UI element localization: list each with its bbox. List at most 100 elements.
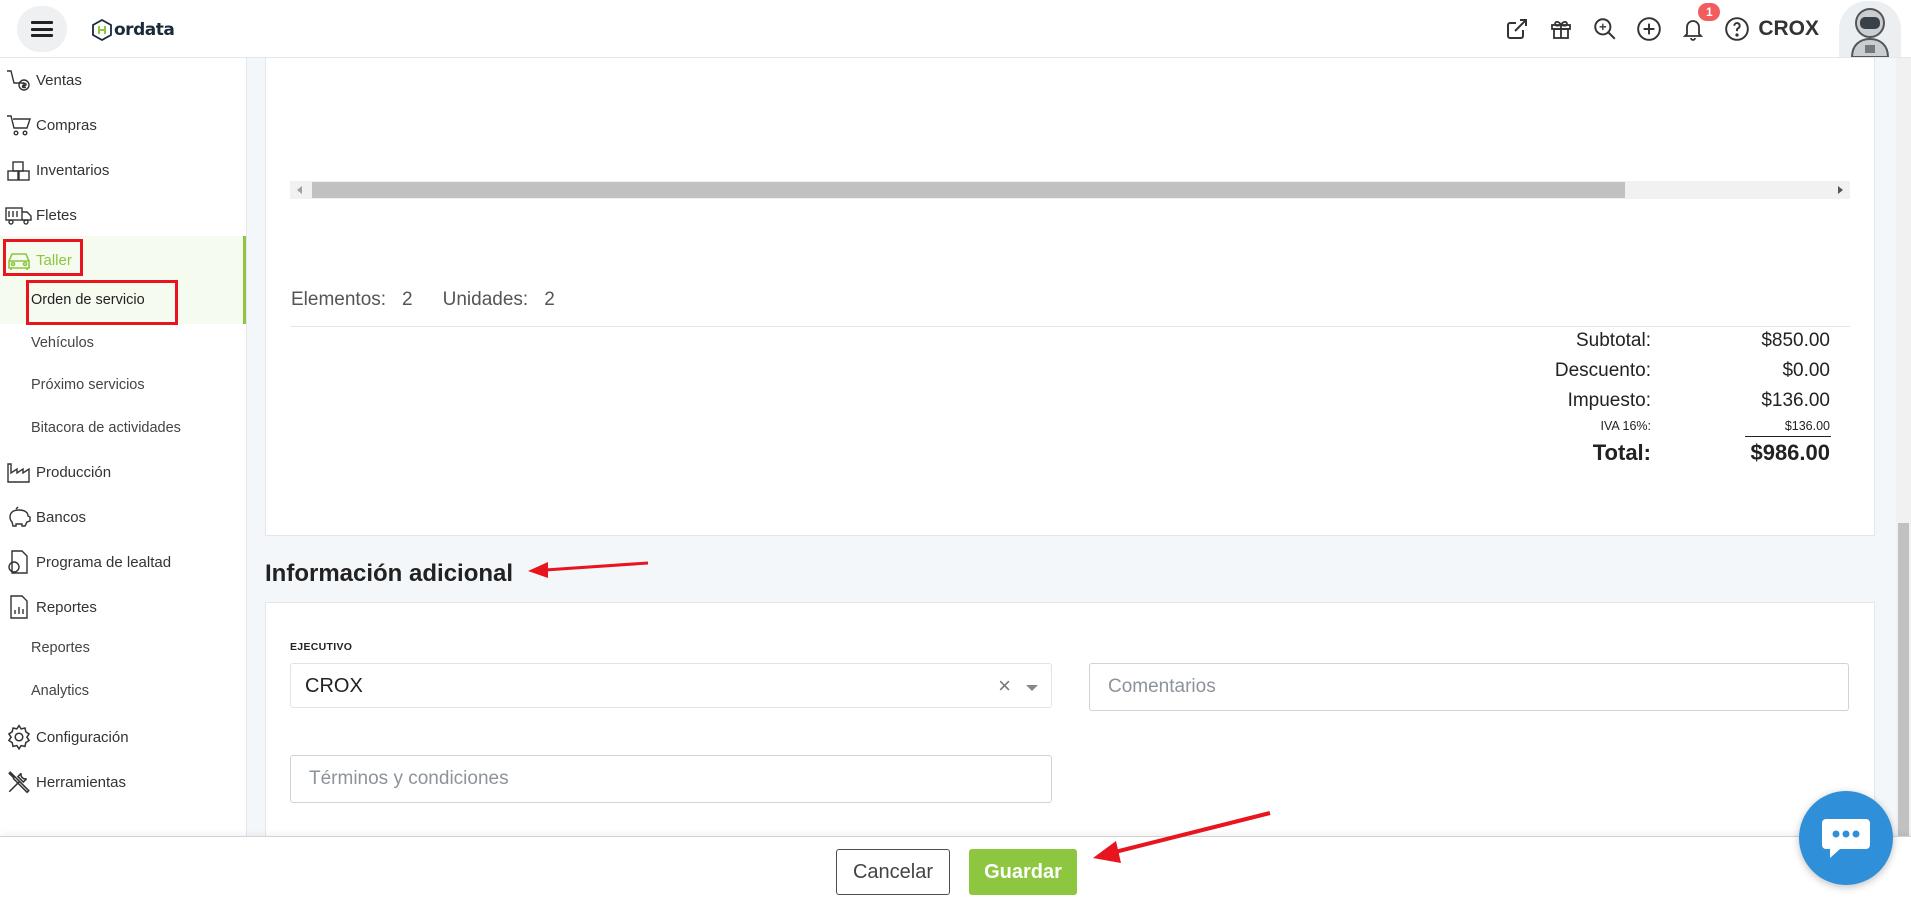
unidades-value: 2 [544, 289, 555, 310]
cancel-button[interactable]: Cancelar [836, 849, 950, 895]
descuento-value: $0.00 [1782, 360, 1830, 381]
sidebar-item-reportes[interactable]: Reportes [0, 585, 246, 629]
vertical-scrollbar-thumb[interactable] [1898, 523, 1909, 836]
help-icon [1725, 17, 1750, 41]
iva-label: IVA 16%: [1600, 419, 1652, 433]
sidebar-subitem-proximo-servicios[interactable]: Próximo servicios [31, 377, 145, 393]
sidebar-item-configuracion[interactable]: Configuración [0, 715, 246, 759]
sidebar-item-fletes[interactable]: Fletes [0, 193, 246, 237]
boxes-icon [5, 156, 33, 184]
sidebar-subitem-analytics[interactable]: Analytics [31, 683, 89, 699]
scrollbar-thumb[interactable] [312, 182, 1625, 198]
annotation-highlight-orden [26, 280, 178, 325]
gift-icon [1551, 20, 1572, 39]
total-value: $986.00 [1750, 440, 1830, 465]
user-name[interactable]: CROX [1758, 17, 1819, 41]
sidebar-item-compras[interactable]: Compras [0, 103, 246, 147]
elementos-label: Elementos: [291, 289, 387, 310]
vertical-scrollbar[interactable] [1896, 58, 1911, 836]
external-link-icon [1507, 19, 1528, 39]
sidebar: Ventas Compras Inventarios Fletes Taller… [0, 58, 247, 836]
menu-toggle-button[interactable] [17, 6, 67, 52]
sidebar-item-label: Reportes [36, 598, 97, 616]
hamburger-icon [31, 21, 53, 37]
cart-icon [5, 111, 33, 139]
sidebar-item-label: Bancos [36, 508, 87, 526]
truck-icon [5, 201, 33, 229]
sidebar-subitem-reportes[interactable]: Reportes [31, 640, 90, 656]
app-logo[interactable]: ordata [92, 18, 175, 42]
section-title-informacion-adicional: Información adicional [265, 560, 514, 587]
subtotal-label: Subtotal: [1576, 330, 1651, 351]
divider [290, 326, 1850, 327]
clear-selection-icon[interactable]: × [998, 673, 1011, 699]
sidebar-subitem-vehiculos[interactable]: Vehículos [31, 335, 94, 351]
sidebar-item-herramientas[interactable]: Herramientas [0, 760, 246, 804]
notifications-button[interactable]: 1 [1678, 3, 1721, 44]
horizontal-scrollbar[interactable] [290, 181, 1850, 199]
report-icon [5, 593, 33, 621]
logo-text: ordata [114, 20, 175, 40]
tools-icon [5, 768, 33, 796]
sidebar-item-label: Producción [36, 463, 112, 481]
external-link-button[interactable] [1502, 14, 1532, 44]
search-icon [1594, 18, 1616, 40]
iva-value: $136.00 [1784, 419, 1830, 433]
descuento-row: Descuento: $0.00 [1480, 360, 1830, 382]
save-button[interactable]: Guardar [969, 849, 1077, 895]
piggy-bank-icon [5, 503, 33, 531]
subtotal-row: Subtotal: $850.00 [1480, 330, 1830, 352]
chat-icon [1822, 819, 1870, 858]
sidebar-item-label: Herramientas [36, 773, 127, 791]
chat-widget-button[interactable] [1799, 791, 1893, 885]
impuesto-row: Impuesto: $136.00 [1480, 390, 1830, 412]
avatar[interactable] [1839, 1, 1901, 57]
sidebar-item-produccion[interactable]: Producción [0, 450, 246, 494]
ejecutivo-selected-value: CROX [305, 675, 363, 697]
ejecutivo-label: EJECUTIVO [290, 641, 353, 653]
scroll-left-arrow-icon[interactable] [297, 186, 302, 194]
gift-button[interactable] [1546, 14, 1576, 44]
unidades-label: Unidades: [442, 289, 529, 310]
add-icon [1637, 17, 1662, 41]
sales-icon [5, 66, 33, 94]
chevron-down-icon[interactable] [1026, 685, 1038, 691]
additional-info-panel [265, 602, 1875, 842]
sidebar-item-label: Programa de lealtad [36, 553, 172, 571]
sidebar-item-label: Ventas [36, 71, 82, 89]
iva-row: IVA 16%: $136.00 [1480, 419, 1831, 433]
comentarios-field[interactable] [1089, 663, 1849, 711]
total-label: Total: [1592, 440, 1651, 465]
impuesto-label: Impuesto: [1567, 390, 1651, 411]
descuento-label: Descuento: [1554, 360, 1651, 381]
sidebar-item-programa-de-lealtad[interactable]: Programa de lealtad [0, 540, 246, 584]
sidebar-item-ventas[interactable]: Ventas [0, 58, 246, 102]
help-button[interactable] [1722, 14, 1752, 44]
notification-badge: 1 [1698, 3, 1721, 21]
total-divider [1745, 436, 1831, 437]
astronaut-avatar-icon [1850, 8, 1890, 57]
sidebar-subitem-bitacora[interactable]: Bitacora de actividades [31, 420, 181, 436]
items-count: Elementos: 2 Unidades: 2 [291, 289, 585, 311]
impuesto-value: $136.00 [1761, 390, 1830, 411]
top-bar: ordata 1 CROX [0, 0, 1911, 58]
sidebar-item-label: Fletes [36, 206, 77, 224]
footer-bar [0, 836, 1911, 904]
gear-icon [5, 723, 33, 751]
sidebar-item-label: Inventarios [36, 161, 110, 179]
terminos-field[interactable] [290, 755, 1052, 803]
ejecutivo-select[interactable]: CROX × [290, 663, 1052, 708]
scroll-right-arrow-icon[interactable] [1838, 186, 1843, 194]
sidebar-item-inventarios[interactable]: Inventarios [0, 148, 246, 192]
loyalty-icon [5, 548, 33, 576]
elementos-value: 2 [402, 289, 413, 310]
factory-icon [5, 458, 33, 486]
search-button[interactable] [1590, 14, 1620, 44]
sidebar-item-label: Configuración [36, 728, 129, 746]
total-row: Total: $986.00 [1480, 440, 1830, 466]
sidebar-item-bancos[interactable]: Bancos [0, 495, 246, 539]
logo-hexagon-icon [92, 19, 112, 41]
subtotal-value: $850.00 [1761, 330, 1830, 351]
add-button[interactable] [1634, 14, 1664, 44]
sidebar-item-label: Compras [36, 116, 97, 134]
